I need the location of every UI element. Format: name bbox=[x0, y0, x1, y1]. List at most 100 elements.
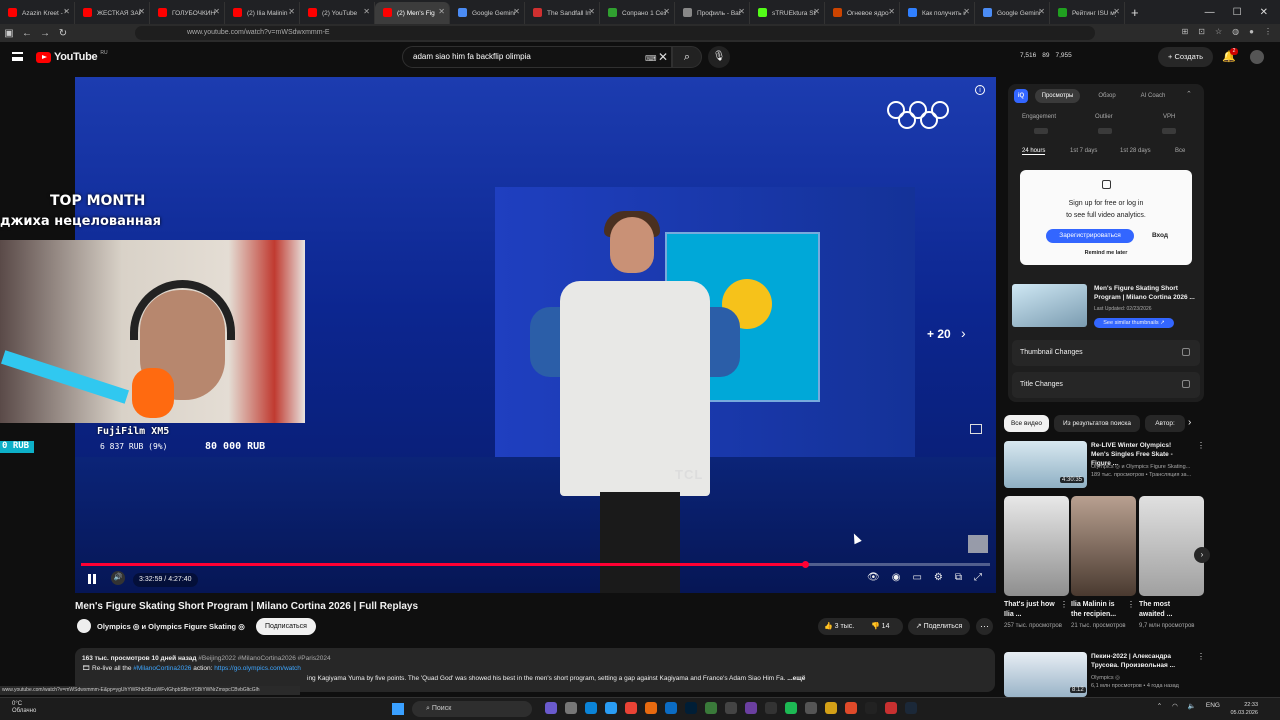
fullscreen-icon[interactable]: ⤢ bbox=[974, 572, 982, 583]
channel-watermark[interactable] bbox=[968, 535, 988, 553]
short-title[interactable]: That's just how Ilia ... bbox=[1004, 600, 1059, 620]
eye-icon[interactable]: 👁 bbox=[867, 572, 880, 583]
close-window-icon[interactable]: ✕ bbox=[1260, 7, 1268, 18]
shorts-next-button[interactable]: › bbox=[1194, 547, 1210, 563]
description-url-link[interactable]: https://go.olympics.com/watch bbox=[214, 665, 301, 672]
channel-avatar[interactable] bbox=[77, 619, 91, 633]
steam-icon[interactable] bbox=[905, 702, 917, 714]
system-clock[interactable]: 22:33 05.03.2026 bbox=[1230, 701, 1258, 717]
clear-search-icon[interactable]: ✕ bbox=[658, 50, 668, 64]
speaker-icon[interactable]: 🔈 bbox=[1188, 702, 1196, 710]
app-icon[interactable] bbox=[725, 702, 737, 714]
tab-close-icon[interactable]: ✕ bbox=[438, 7, 445, 16]
period-7d[interactable]: 1st 7 days bbox=[1070, 148, 1097, 154]
tab-close-icon[interactable]: ✕ bbox=[213, 7, 220, 16]
more-options-icon[interactable]: ⋮ bbox=[1127, 600, 1135, 609]
back-icon[interactable]: ← bbox=[18, 28, 36, 39]
thumbnail-image[interactable] bbox=[1012, 284, 1087, 327]
remind-later-button[interactable]: Remind me later bbox=[1020, 250, 1192, 256]
wifi-icon[interactable]: ◠ bbox=[1172, 702, 1178, 710]
app-icon[interactable] bbox=[745, 702, 757, 714]
period-28d[interactable]: 1st 28 days bbox=[1120, 148, 1151, 154]
app-icon[interactable] bbox=[545, 702, 557, 714]
more-options-icon[interactable]: ⋮ bbox=[1060, 600, 1068, 609]
forward-icon[interactable]: → bbox=[36, 28, 54, 39]
task-view-icon[interactable] bbox=[565, 702, 577, 714]
edge-icon[interactable] bbox=[585, 702, 597, 714]
chip-from-search[interactable]: Из результатов поиска bbox=[1054, 415, 1140, 432]
bookmark-star-icon[interactable]: ☆ bbox=[1215, 27, 1222, 36]
picture-in-picture-icon[interactable] bbox=[970, 424, 982, 434]
browser-tab[interactable]: Рейтинг ISU муж✕ bbox=[1050, 2, 1125, 24]
volume-button[interactable]: 🔊 bbox=[111, 571, 125, 585]
profile-icon[interactable]: ● bbox=[1249, 27, 1254, 36]
firefox-icon[interactable] bbox=[645, 702, 657, 714]
register-button[interactable]: Зарегистрироваться bbox=[1046, 229, 1134, 243]
chip-all-videos[interactable]: Все видео bbox=[1004, 415, 1049, 432]
tray-chevron-icon[interactable]: ⌃ bbox=[1157, 702, 1162, 710]
account-avatar[interactable] bbox=[1250, 50, 1264, 64]
tab-views[interactable]: Просмотры bbox=[1035, 89, 1080, 103]
new-tab-button[interactable]: + bbox=[1131, 5, 1145, 20]
app-icon[interactable] bbox=[885, 702, 897, 714]
app-icon[interactable] bbox=[845, 702, 857, 714]
voice-search-button[interactable]: 🎙 bbox=[708, 46, 730, 68]
browser-tab[interactable]: Google Gemini ✕ bbox=[975, 2, 1050, 24]
maximize-icon[interactable]: ☐ bbox=[1233, 7, 1242, 18]
login-button[interactable]: Вход bbox=[1144, 229, 1176, 243]
skip-forward-label[interactable]: + 20 bbox=[927, 327, 951, 341]
show-more-button[interactable]: ...ещё bbox=[787, 675, 805, 682]
tab-close-icon[interactable]: ✕ bbox=[813, 7, 820, 16]
tab-close-icon[interactable]: ✕ bbox=[1113, 7, 1120, 16]
browser-tab[interactable]: Google Gemini ✕ bbox=[450, 2, 525, 24]
search-input[interactable]: adam siao him fa backflip olimpia bbox=[402, 46, 672, 68]
browser-tab[interactable]: ЖЕСТКАЯ ЗАРУБ✕ bbox=[75, 2, 150, 24]
windows-start-icon[interactable] bbox=[392, 703, 404, 715]
description-hashtag-link[interactable]: #MilanoCortina2026 bbox=[133, 665, 191, 672]
description-tags[interactable]: #Beijing2022 #MilanoCortina2026 #Paris20… bbox=[198, 655, 330, 662]
thumbnail-changes-row[interactable]: Thumbnail Changes bbox=[1012, 340, 1200, 366]
short-title[interactable]: The most awaited ... bbox=[1139, 600, 1194, 620]
search-button[interactable]: ⌕ bbox=[672, 46, 702, 68]
minimize-icon[interactable]: — bbox=[1205, 7, 1215, 18]
short-thumbnail[interactable] bbox=[1071, 496, 1136, 596]
spotify-icon[interactable] bbox=[785, 702, 797, 714]
related-video-title[interactable]: Пекин-2022 | Александра Трусова. Произво… bbox=[1091, 652, 1196, 670]
tab-close-icon[interactable]: ✕ bbox=[888, 7, 895, 16]
taskbar-search[interactable]: ⌕ Поиск bbox=[412, 701, 532, 717]
browser-tab[interactable]: (2) YouTube ✕ bbox=[300, 2, 375, 24]
like-button[interactable]: 👍 3 тыс. bbox=[824, 618, 854, 635]
similar-thumbnails-button[interactable]: See similar thumbnails ↗ bbox=[1094, 318, 1174, 328]
share-button[interactable]: ↗ Поделиться bbox=[908, 618, 970, 635]
youtube-logo[interactable]: YouTube RU bbox=[36, 50, 108, 63]
address-bar[interactable]: www.youtube.com/watch?v=mWSdwxmmm-E bbox=[135, 26, 1095, 40]
pause-button[interactable] bbox=[87, 574, 97, 584]
store-icon[interactable] bbox=[605, 702, 617, 714]
language-indicator[interactable]: ENG bbox=[1206, 702, 1220, 710]
chevron-right-icon[interactable]: › bbox=[1188, 417, 1191, 428]
short-thumbnail[interactable] bbox=[1004, 496, 1069, 596]
extensions-icon[interactable]: ◍ bbox=[1232, 27, 1239, 36]
sidebar-toggle-icon[interactable]: ▣ bbox=[0, 28, 18, 39]
browser-tab[interactable]: sTRUEktura Strea✕ bbox=[750, 2, 825, 24]
browser-tab[interactable]: Как получить и с✕ bbox=[900, 2, 975, 24]
browser-tab[interactable]: Огневое ядро ч ✕ bbox=[825, 2, 900, 24]
dislike-button[interactable]: 👎 14 bbox=[871, 618, 889, 635]
tab-close-icon[interactable]: ✕ bbox=[63, 7, 70, 16]
period-24h[interactable]: 24 hours bbox=[1022, 148, 1046, 155]
period-all[interactable]: Все bbox=[1175, 148, 1185, 154]
tab-close-icon[interactable]: ✕ bbox=[738, 7, 745, 16]
app-icon[interactable] bbox=[665, 702, 677, 714]
keyboard-icon[interactable]: ⌨ bbox=[645, 54, 657, 63]
browser-tab[interactable]: The Sandfall Inter✕ bbox=[525, 2, 600, 24]
browser-tab[interactable]: (2) Ilia Malinin - 2✕ bbox=[225, 2, 300, 24]
browser-tab[interactable]: ГОЛУБОЧКИН У✕ bbox=[150, 2, 225, 24]
progress-bar[interactable] bbox=[81, 561, 990, 568]
short-title[interactable]: Ilia Malinin is the recipien... bbox=[1071, 600, 1126, 620]
settings-gear-icon[interactable]: ⚙ bbox=[934, 572, 943, 583]
chrome-icon[interactable] bbox=[625, 702, 637, 714]
app-icon[interactable] bbox=[705, 702, 717, 714]
subscribe-button[interactable]: Подписаться bbox=[256, 618, 316, 635]
more-options-icon[interactable]: ⋮ bbox=[1197, 441, 1205, 450]
short-thumbnail[interactable] bbox=[1139, 496, 1204, 596]
